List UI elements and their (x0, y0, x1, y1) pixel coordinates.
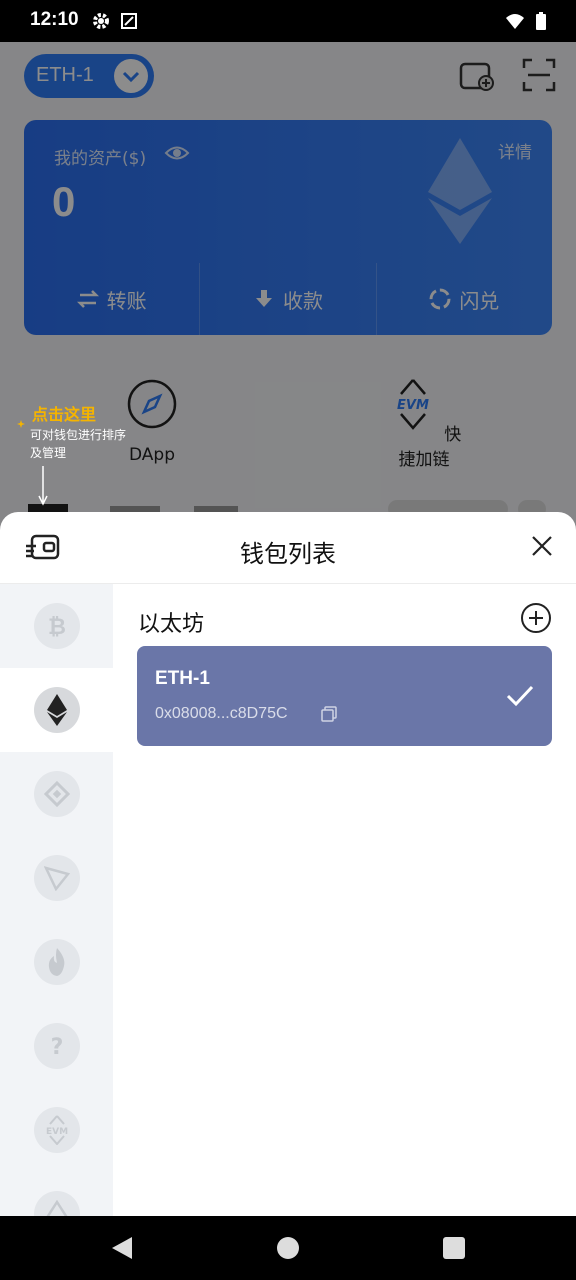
sidebar-item-heco[interactable] (0, 920, 113, 1004)
sidebar-item-bitcoin[interactable]: ₿ (0, 584, 113, 668)
close-icon[interactable] (530, 534, 554, 558)
home-icon[interactable] (274, 1234, 302, 1262)
gear-icon (93, 13, 109, 29)
back-icon[interactable] (108, 1234, 136, 1262)
evm-icon: EVM (33, 1107, 80, 1153)
sidebar-item-chain[interactable] (0, 1172, 113, 1216)
wallet-item[interactable]: ETH-1 0x08008...c8D75C (137, 646, 552, 746)
sidebar-item-unknown[interactable]: ? (0, 1004, 113, 1088)
chain-icon (33, 1191, 80, 1216)
wallet-address: 0x08008...c8D75C (155, 705, 288, 722)
chain-group-title: 以太坊 (138, 612, 205, 637)
ethereum-icon (33, 687, 80, 733)
status-bar: 12:10 (0, 0, 576, 42)
chain-sidebar: ₿ ? EVM (0, 584, 113, 1216)
tip-title: 点击这里 (32, 405, 97, 424)
wallet-list-sheet: 钱包列表 ₿ ? EVM 以太坊 ETH-1 0x08008...c8D75C (0, 512, 576, 1216)
sheet-title: 钱包列表 (240, 540, 336, 568)
svg-text:EVM: EVM (45, 1127, 67, 1137)
battery-icon (536, 12, 546, 30)
heco-icon (33, 939, 80, 985)
unknown-chain-icon: ? (33, 1023, 80, 1069)
system-nav-bar (0, 1216, 576, 1280)
check-icon (506, 685, 534, 707)
bitcoin-icon: ₿ (33, 603, 80, 649)
bnb-icon (33, 771, 80, 817)
svg-text:₿: ₿ (48, 615, 66, 639)
screenshot-icon (121, 13, 137, 29)
recents-icon[interactable] (440, 1234, 468, 1262)
arrow-down-icon (38, 466, 48, 506)
wifi-icon (506, 14, 524, 29)
sidebar-item-ethereum[interactable] (0, 668, 113, 752)
tron-icon (33, 855, 80, 901)
tip-text: 可对钱包进行排序及管理 (30, 428, 127, 460)
sidebar-item-evm[interactable]: EVM (0, 1088, 113, 1172)
sidebar-item-bnb[interactable] (0, 752, 113, 836)
status-time: 12:10 (30, 9, 79, 30)
svg-text:?: ? (50, 1035, 63, 1059)
add-wallet-button[interactable] (520, 602, 552, 634)
wallet-name: ETH-1 (155, 668, 210, 689)
sparkle-icon (17, 420, 25, 428)
copy-icon[interactable] (321, 706, 337, 722)
sheet-header: 钱包列表 (0, 512, 576, 584)
wallet-list-content: 以太坊 ETH-1 0x08008...c8D75C (113, 584, 576, 1216)
sidebar-item-tron[interactable] (0, 836, 113, 920)
